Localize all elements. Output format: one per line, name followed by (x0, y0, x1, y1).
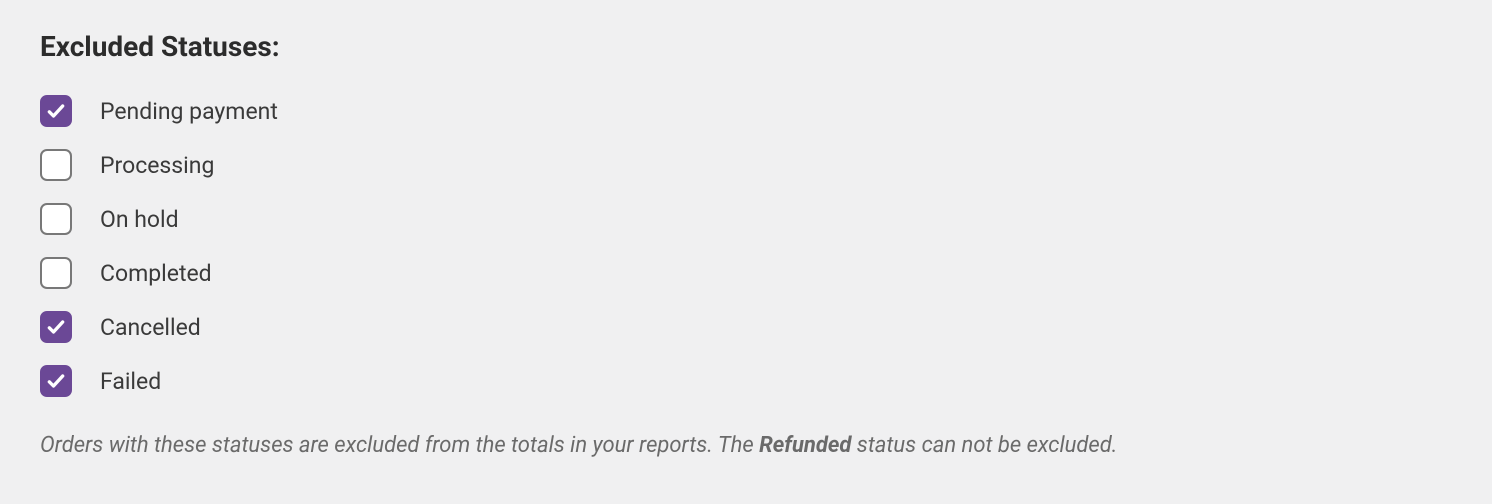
status-label[interactable]: Failed (100, 368, 161, 395)
status-row: Cancelled (40, 311, 1452, 343)
check-icon (46, 371, 66, 391)
status-checkbox[interactable] (40, 311, 72, 343)
status-checkbox[interactable] (40, 203, 72, 235)
description-suffix: status can not be excluded. (851, 433, 1117, 458)
status-row: Completed (40, 257, 1452, 289)
check-icon (46, 317, 66, 337)
status-label[interactable]: Processing (100, 152, 214, 179)
status-checkbox[interactable] (40, 257, 72, 289)
status-checkbox[interactable] (40, 95, 72, 127)
status-label[interactable]: Pending payment (100, 98, 278, 125)
status-checkbox[interactable] (40, 149, 72, 181)
status-row: Pending payment (40, 95, 1452, 127)
status-row: Failed (40, 365, 1452, 397)
status-checkbox[interactable] (40, 365, 72, 397)
description-bold: Refunded (759, 433, 851, 458)
status-row: On hold (40, 203, 1452, 235)
status-label[interactable]: On hold (100, 206, 179, 233)
excluded-statuses-heading: Excluded Statuses: (40, 30, 1452, 63)
status-row: Processing (40, 149, 1452, 181)
status-checkbox-list: Pending payment Processing On hold Complete… (40, 95, 1452, 397)
description-text: Orders with these statuses are excluded … (40, 429, 1452, 462)
status-label[interactable]: Cancelled (100, 314, 201, 341)
status-label[interactable]: Completed (100, 260, 212, 287)
description-prefix: Orders with these statuses are excluded … (40, 433, 759, 458)
check-icon (46, 101, 66, 121)
